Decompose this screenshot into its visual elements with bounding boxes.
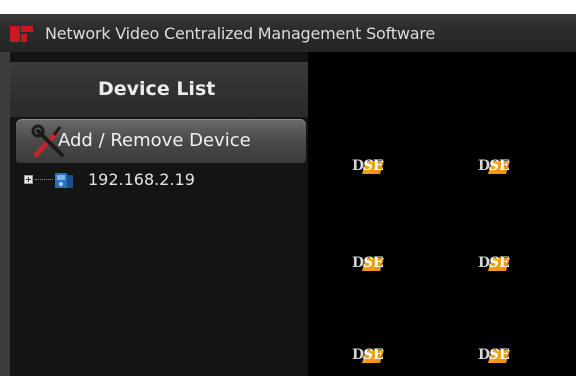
dse-logo-tile[interactable]: D S E xyxy=(478,254,512,272)
logo-text-s: S xyxy=(363,158,374,174)
logo-text-e: E xyxy=(499,347,510,363)
app-window: Network Video Centralized Management Sof… xyxy=(0,0,576,376)
title-bar[interactable]: Network Video Centralized Management Sof… xyxy=(0,14,576,52)
device-tree-item[interactable]: 192.168.2.19 xyxy=(22,169,272,191)
expand-plus-icon[interactable] xyxy=(24,175,33,184)
window-title: Network Video Centralized Management Sof… xyxy=(45,24,436,43)
logo-text-e: E xyxy=(373,347,384,363)
dse-logo-tile[interactable]: D S E xyxy=(352,157,386,175)
logo-text-s: S xyxy=(363,347,374,363)
device-list-header: Device List xyxy=(10,62,308,117)
logo-text-e: E xyxy=(499,255,510,271)
logo-text-e: E xyxy=(373,158,384,174)
dse-logo-tile[interactable]: D S E xyxy=(478,346,512,364)
camera-device-icon xyxy=(55,173,73,188)
add-remove-device-button[interactable]: Add / Remove Device xyxy=(16,119,306,163)
app-logo-icon xyxy=(10,26,33,42)
logo-text-s: S xyxy=(363,255,374,271)
logo-text-e: E xyxy=(499,158,510,174)
tree-connector xyxy=(35,179,53,180)
window-border xyxy=(0,52,10,376)
logo-text-e: E xyxy=(373,255,384,271)
logo-text-s: S xyxy=(489,158,500,174)
dse-logo-tile[interactable]: D S E xyxy=(478,157,512,175)
add-remove-device-label: Add / Remove Device xyxy=(58,130,251,151)
dse-logo-tile[interactable]: D S E xyxy=(352,346,386,364)
logo-text-s: S xyxy=(489,347,500,363)
dse-logo-tile[interactable]: D S E xyxy=(352,254,386,272)
video-area-top xyxy=(308,52,576,119)
device-list-title: Device List xyxy=(98,78,216,100)
logo-text-s: S xyxy=(489,255,500,271)
video-grid xyxy=(308,119,576,376)
device-ip-label: 192.168.2.19 xyxy=(88,170,195,189)
